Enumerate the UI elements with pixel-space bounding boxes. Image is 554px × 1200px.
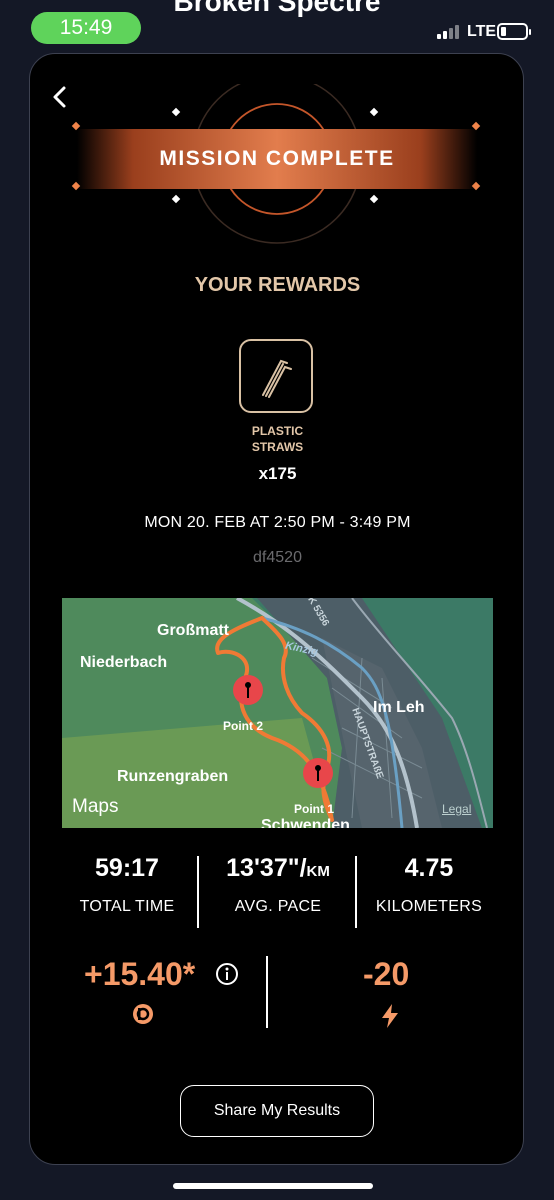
map-place-grossmatt: Großmatt <box>157 622 229 639</box>
pin-point-2 <box>233 675 263 705</box>
status-bar: Broken Spectre 15:49 LTE <box>0 0 554 50</box>
status-time: 15:49 <box>31 12 141 44</box>
stats-row: 59:17 TOTAL TIME 13'37"/KM AVG. PACE 4.7… <box>30 852 523 932</box>
legal-link[interactable]: Legal <box>442 802 471 816</box>
pin-point-1 <box>303 758 333 788</box>
map-place-schwenden: Schwenden <box>261 817 350 828</box>
map-place-niederbach: Niederbach <box>80 654 168 671</box>
plastic-straws-icon <box>262 359 292 398</box>
reward-name-line1: PLASTIC <box>251 424 304 438</box>
earnings-row: +15.40* -20 <box>30 954 523 1034</box>
battery-icon <box>497 23 531 40</box>
map-place-im-leh: Im Leh <box>373 699 425 716</box>
banner-title: MISSION COMPLETE <box>159 147 395 170</box>
info-icon[interactable] <box>215 962 239 986</box>
stat-total-time-value: 59:17 <box>95 854 159 882</box>
stat-avg-pace-label: AVG. PACE <box>234 898 322 915</box>
mission-banner: MISSION COMPLETE <box>30 84 523 264</box>
stat-kilometers-label: KILOMETERS <box>375 898 483 915</box>
reward-tile[interactable] <box>239 339 313 413</box>
energy-spent: -20 <box>363 956 410 992</box>
coin-icon <box>131 1002 155 1026</box>
stat-avg-pace-number: 13'37"/ <box>226 854 307 882</box>
network-type: LTE <box>467 23 497 40</box>
coins-earned: +15.40* <box>84 956 196 992</box>
earnings-divider <box>266 956 268 1028</box>
pin-label-point-2: Point 2 <box>223 719 264 733</box>
stat-kilometers-value: 4.75 <box>404 854 454 882</box>
reward-name-line2: STRAWS <box>251 440 304 454</box>
pin-label-point-1: Point 1 <box>294 802 335 816</box>
stat-avg-pace-value: 13'37"/KM <box>198 852 358 884</box>
route-map[interactable]: Großmatt Niederbach Runzengraben Im Leh … <box>62 598 493 828</box>
map-graphic <box>62 598 493 828</box>
maps-attribution-text: Maps <box>72 796 119 817</box>
stat-avg-pace-unit: KM <box>306 863 330 880</box>
rewards-title: YOUR REWARDS <box>194 274 361 296</box>
reward-name: PLASTIC STRAWS <box>200 423 355 455</box>
mission-id: df4520 <box>253 549 302 566</box>
stat-avg-pace: 13'37"/KM AVG. PACE <box>198 852 358 916</box>
mission-date-range: MON 20. FEB AT 2:50 PM - 3:49 PM <box>144 514 411 531</box>
stat-kilometers: 4.75 KILOMETERS <box>349 852 509 916</box>
info-circle-icon <box>216 963 238 985</box>
stat-total-time: 59:17 TOTAL TIME <box>47 852 207 916</box>
signal-icon <box>437 25 465 39</box>
maps-attribution: Maps <box>72 796 118 818</box>
home-indicator <box>173 1183 373 1189</box>
mission-card: MISSION COMPLETE YOUR REWARDS PLASTIC ST… <box>29 53 524 1165</box>
stat-total-time-label: TOTAL TIME <box>79 898 175 915</box>
reward-quantity: x175 <box>258 464 297 483</box>
map-place-runzengraben: Runzengraben <box>117 768 229 785</box>
share-results-button[interactable]: Share My Results <box>180 1085 374 1137</box>
lightning-icon <box>380 1004 400 1028</box>
